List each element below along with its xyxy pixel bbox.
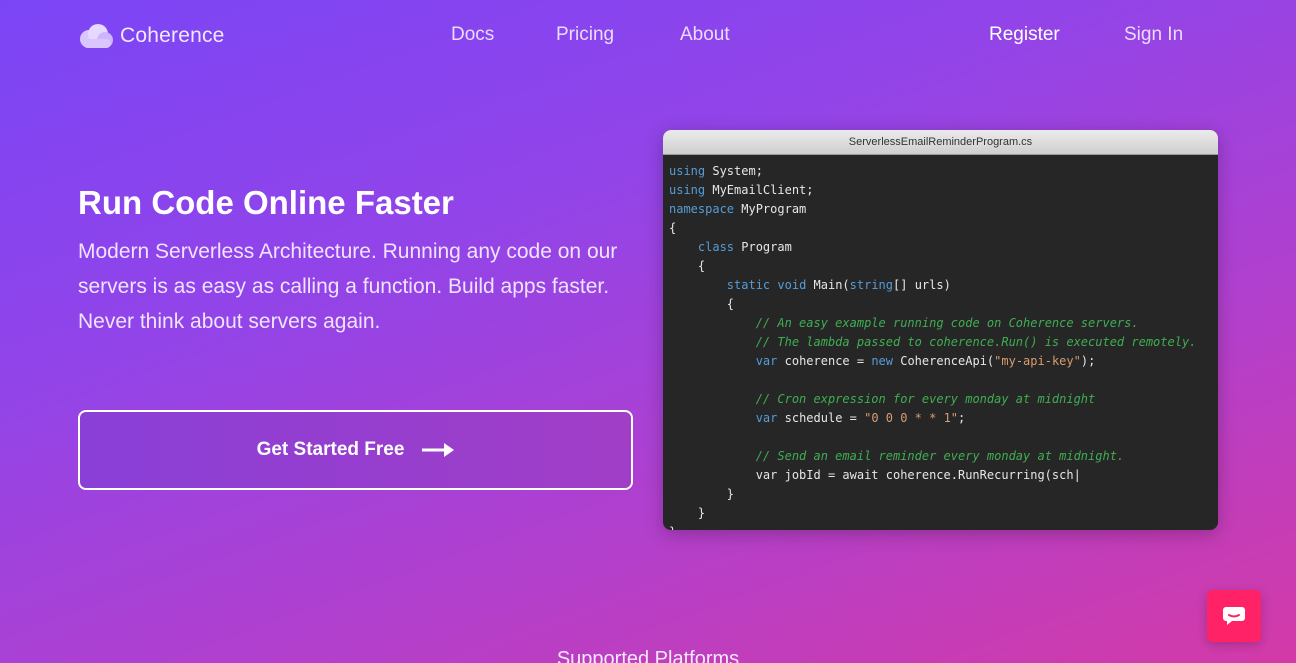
code-keyword: string: [849, 278, 894, 292]
code-text: CoherenceApi(: [893, 354, 995, 368]
code-line: }: [669, 485, 1212, 504]
get-started-label: Get Started Free: [256, 439, 405, 460]
code-line: // An easy example running code on Coher…: [669, 314, 1212, 333]
arrow-right-icon: [422, 443, 455, 457]
code-line: namespace MyProgram: [669, 200, 1212, 219]
cloud-logo-icon: [80, 24, 113, 48]
sign-in-link[interactable]: Sign In: [1124, 24, 1183, 46]
code-line: {: [669, 257, 1212, 276]
code-line: var schedule = "0 0 0 * * 1";: [669, 409, 1212, 428]
code-text: System;: [705, 164, 763, 178]
code-text: var jobId = await coherence.RunRecurring…: [669, 468, 1081, 482]
hero-description: Modern Serverless Architecture. Running …: [78, 240, 618, 333]
brand-logo[interactable]: Coherence: [78, 22, 225, 50]
code-keyword: new: [871, 354, 893, 368]
code-keyword: static: [726, 278, 771, 292]
code-editor-window: ServerlessEmailReminderProgram.cs using …: [663, 130, 1218, 530]
code-text: Program: [734, 240, 792, 254]
code-line: }: [669, 523, 1212, 530]
code-line: var jobId = await coherence.RunRecurring…: [669, 466, 1212, 485]
code-text: }: [669, 525, 676, 530]
code-area[interactable]: using System; using MyEmailClient; namespa…: [663, 155, 1218, 530]
code-keyword: using: [669, 183, 706, 197]
chat-bubble-icon: [1223, 607, 1245, 625]
code-line: // Send an email reminder every monday a…: [669, 447, 1212, 466]
code-line: // The lambda passed to coherence.Run() …: [669, 333, 1212, 352]
nav-link-about[interactable]: About: [680, 24, 730, 46]
code-text: }: [669, 506, 706, 520]
code-keyword: var: [755, 411, 778, 425]
code-line: static void Main(string[] urls): [669, 276, 1212, 295]
code-line: {: [669, 219, 1212, 238]
register-link[interactable]: Register: [989, 24, 1060, 46]
code-keyword: namespace: [669, 202, 735, 216]
code-line: // Cron expression for every monday at m…: [669, 390, 1212, 409]
code-line: {: [669, 295, 1212, 314]
hero-title: Run Code Online Faster: [78, 184, 454, 221]
code-line: using System;: [669, 162, 1212, 181]
code-comment: // Cron expression for every monday at m…: [755, 392, 1096, 406]
code-line: var coherence = new CoherenceApi("my-api…: [669, 352, 1212, 371]
code-text: ;: [958, 411, 966, 425]
supported-platforms-heading: Supported Platforms: [556, 648, 740, 663]
code-text: coherence =: [777, 354, 872, 368]
brand-name: Coherence: [120, 24, 225, 47]
code-keyword: class: [697, 240, 735, 254]
code-comment: // The lambda passed to coherence.Run() …: [755, 335, 1197, 349]
code-string: "my-api-key": [994, 354, 1081, 368]
code-text: {: [669, 259, 706, 273]
code-keyword: var: [755, 354, 778, 368]
top-nav: Coherence Docs Pricing About Register Si…: [0, 0, 1296, 72]
get-started-button[interactable]: Get Started Free: [78, 410, 633, 490]
editor-filename: ServerlessEmailReminderProgram.cs: [663, 130, 1218, 155]
code-line: }: [669, 504, 1212, 523]
code-text: [] urls): [893, 278, 951, 292]
code-line: class Program: [669, 238, 1212, 257]
chat-button[interactable]: [1207, 590, 1261, 642]
code-text: {: [669, 297, 735, 311]
code-keyword: using: [669, 164, 706, 178]
code-string: "0 0 0 * * 1": [864, 411, 959, 425]
code-text: MyEmailClient;: [705, 183, 814, 197]
code-text: {: [669, 221, 677, 235]
code-text: Main(: [806, 278, 850, 292]
code-text: schedule =: [777, 411, 865, 425]
nav-link-docs[interactable]: Docs: [451, 24, 494, 46]
code-text: }: [669, 487, 735, 501]
code-comment: // An easy example running code on Coher…: [755, 316, 1139, 330]
nav-link-pricing[interactable]: Pricing: [556, 24, 614, 46]
code-line: using MyEmailClient;: [669, 181, 1212, 200]
code-keyword: void: [777, 278, 807, 292]
code-text: );: [1080, 354, 1096, 368]
code-text: MyProgram: [734, 202, 807, 216]
code-comment: // Send an email reminder every monday a…: [755, 449, 1125, 463]
